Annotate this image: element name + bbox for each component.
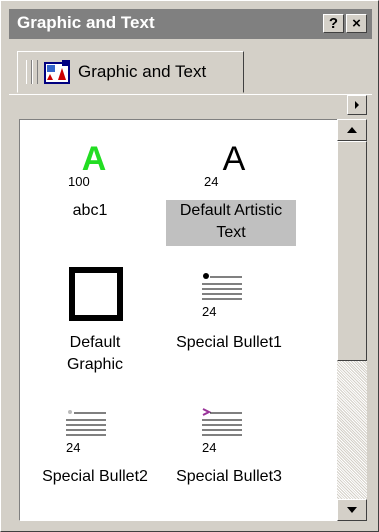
- window-title: Graphic and Text: [17, 13, 155, 32]
- item-label-special-bullet1: Special Bullet1: [176, 334, 282, 351]
- gallery-item-abc1[interactable]: A 100: [64, 136, 124, 196]
- item-label-special-bullet3: Special Bullet3: [176, 468, 282, 485]
- title-bar[interactable]: Graphic and Text ? ×: [9, 9, 372, 39]
- triangle-down-icon: [347, 507, 357, 513]
- green-letter-a-icon: A: [82, 140, 107, 178]
- graphic-and-text-window: Graphic and Text ? × Graphic and Text A …: [0, 0, 379, 532]
- default-artistic-size: 24: [204, 174, 219, 189]
- scroll-down-button[interactable]: [337, 499, 367, 521]
- gallery-item-special-bullet3[interactable]: 24: [200, 408, 250, 464]
- item-gallery: A 100 abc1 A 24 Default Artistic Text De…: [19, 119, 367, 521]
- square-frame-icon: [69, 267, 123, 321]
- tab-scroll-right-button[interactable]: [347, 95, 367, 115]
- special-bullet3-size: 24: [202, 440, 217, 455]
- tab-divider: [9, 94, 372, 95]
- item-label-default-artistic-text: Default Artistic Text: [166, 200, 296, 246]
- drag-handle-secondary[interactable]: [32, 60, 38, 84]
- item-label-special-bullet2: Special Bullet2: [42, 468, 148, 485]
- label-line-1: Default Artistic: [179, 202, 283, 219]
- gallery-item-special-bullet2[interactable]: 24: [64, 408, 114, 464]
- triangle-right-icon: [355, 101, 359, 109]
- close-button[interactable]: ×: [346, 14, 367, 33]
- vertical-scrollbar[interactable]: [337, 119, 367, 521]
- label-line-2: Graphic: [66, 356, 124, 373]
- letter-a-icon: A: [223, 140, 246, 178]
- scroll-thumb[interactable]: [337, 141, 367, 361]
- graphic-text-icon: [44, 60, 72, 91]
- help-button[interactable]: ?: [323, 14, 344, 33]
- scroll-up-button[interactable]: [337, 119, 367, 141]
- triangle-up-icon: [347, 127, 357, 133]
- gallery-item-special-bullet1[interactable]: 24: [200, 272, 250, 328]
- special-bullet1-size: 24: [202, 304, 217, 319]
- tab-strip: Graphic and Text: [9, 45, 372, 101]
- special-bullet2-size: 24: [66, 440, 81, 455]
- gallery-item-default-graphic[interactable]: [66, 266, 126, 326]
- item-label-abc1: abc1: [72, 202, 108, 219]
- label-line-2: Text: [216, 224, 246, 241]
- abc1-glyph: A: [82, 140, 107, 176]
- default-artistic-glyph: A: [223, 140, 246, 176]
- label-line-1: Default: [69, 334, 121, 351]
- tab-label: Graphic and Text: [78, 62, 207, 81]
- tab-graphic-and-text[interactable]: Graphic and Text: [17, 51, 244, 93]
- abc1-size: 100: [68, 174, 90, 189]
- gallery-item-default-artistic-text[interactable]: A 24: [204, 136, 264, 196]
- item-label-default-graphic: Default Graphic: [50, 332, 140, 376]
